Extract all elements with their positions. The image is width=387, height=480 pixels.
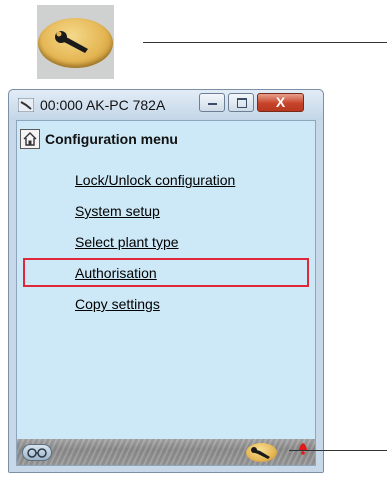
status-bar [17, 439, 315, 465]
menu-item-lock-unlock-configuration[interactable]: Lock/Unlock configuration [75, 172, 235, 188]
highlight-frame [23, 258, 309, 287]
menu-item-authorisation[interactable]: Authorisation [75, 265, 157, 281]
menu-item-system-setup[interactable]: System setup [75, 203, 160, 219]
app-window: 00:000 AK-PC 782A X Configuration menu L… [8, 89, 324, 473]
client-area: Configuration menu Lock/Unlock configura… [16, 120, 316, 466]
menu-header: Configuration menu [20, 128, 178, 150]
alarm-bell-icon[interactable] [299, 443, 307, 455]
callout-line [289, 450, 387, 451]
minimize-button[interactable] [199, 93, 225, 112]
window-title: 00:000 AK-PC 782A [40, 97, 166, 113]
menu-item-select-plant-type[interactable]: Select plant type [75, 234, 179, 250]
close-button[interactable]: X [257, 93, 304, 112]
title-bar[interactable]: 00:000 AK-PC 782A X [9, 90, 323, 120]
app-icon [18, 98, 34, 112]
wrench-badge-icon [37, 5, 114, 79]
home-icon[interactable] [20, 129, 40, 149]
menu-title: Configuration menu [45, 131, 178, 147]
menu-item-copy-settings[interactable]: Copy settings [75, 296, 160, 312]
callout-line [143, 42, 387, 43]
glasses-icon[interactable] [22, 444, 52, 461]
close-icon: X [275, 94, 286, 110]
maximize-button[interactable] [228, 93, 254, 112]
wrench-icon[interactable] [246, 443, 277, 462]
